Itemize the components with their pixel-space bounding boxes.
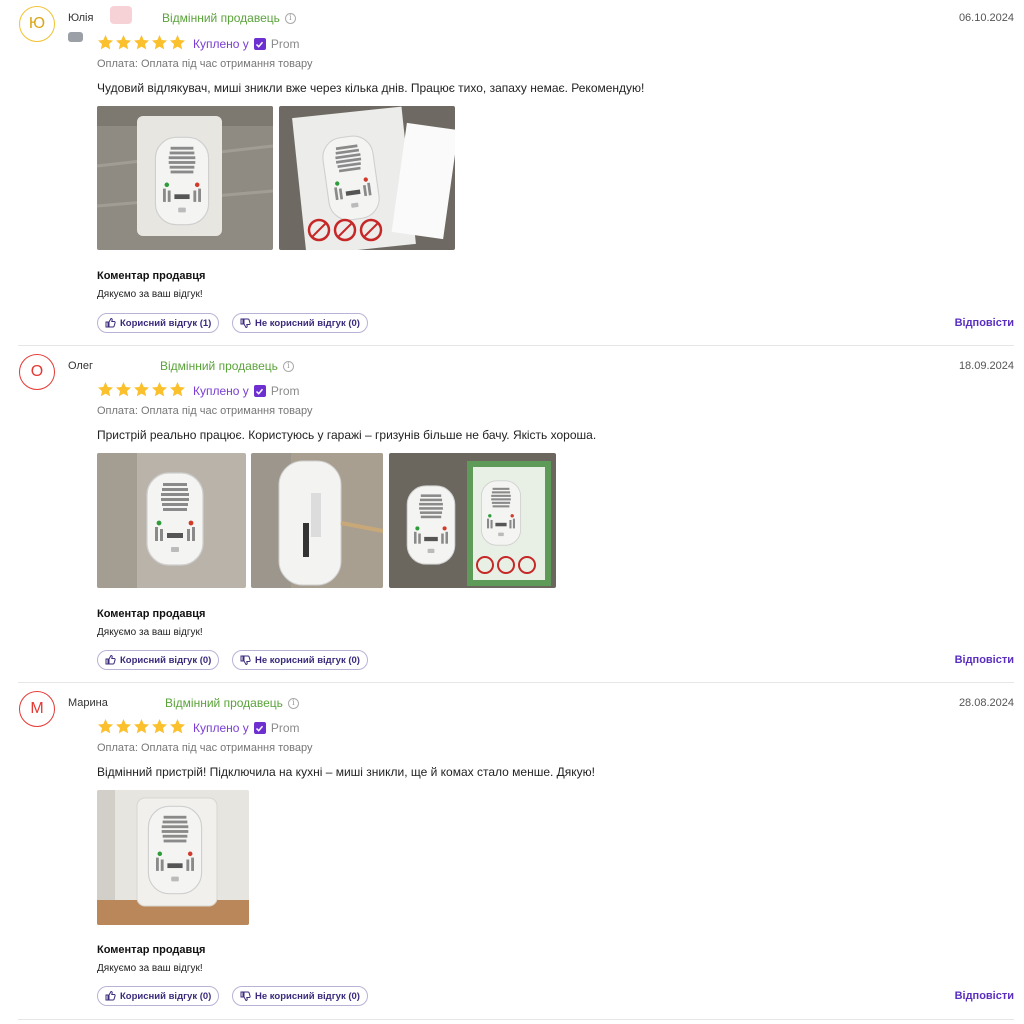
star-icon [170, 719, 185, 734]
seller-rating-badge: Відмінний продавець i [160, 359, 294, 373]
review-photo[interactable] [97, 790, 249, 925]
helpful-label: Корисний відгук (0) [120, 654, 212, 666]
not-helpful-button[interactable]: Не корисний відгук (0) [232, 313, 368, 333]
review-photo[interactable] [279, 106, 455, 250]
review-photo[interactable] [97, 106, 273, 250]
star-icon [98, 382, 113, 397]
bought-label: Куплено у [193, 37, 249, 51]
purchase-verified: Куплено у Prom [193, 721, 299, 735]
payment-method: Оплата: Оплата під час отримання товару [97, 58, 313, 70]
review-photo[interactable] [251, 453, 383, 588]
seller-badge-label: Відмінний продавець [162, 11, 280, 25]
star-icon [116, 382, 131, 397]
check-icon [253, 38, 266, 50]
star-icon [116, 35, 131, 50]
not-helpful-label: Не корисний відгук (0) [255, 317, 360, 329]
seller-comment-title: Коментар продавця [97, 270, 206, 282]
purchase-verified: Куплено у Prom [193, 37, 299, 51]
thumbs-up-icon [105, 655, 116, 665]
author-badge-icon [68, 32, 83, 42]
helpful-label: Корисний відгук (0) [120, 990, 212, 1002]
check-icon [253, 722, 266, 734]
reply-link[interactable]: Відповісти [955, 317, 1014, 329]
avatar-letter: М [30, 700, 44, 717]
not-helpful-button[interactable]: Не корисний відгук (0) [232, 650, 368, 670]
not-helpful-label: Не корисний відгук (0) [255, 990, 360, 1002]
review-card: О Олег Відмінний продавець i 18.09.2024 … [0, 346, 1024, 683]
helpful-button[interactable]: Корисний відгук (0) [97, 986, 220, 1006]
review-text: Чудовий відлякувач, миші зникли вже чере… [97, 81, 645, 95]
review-date: 28.08.2024 [958, 697, 1014, 709]
helpful-button[interactable]: Корисний відгук (0) [97, 650, 220, 670]
not-helpful-button[interactable]: Не корисний відгук (0) [232, 986, 368, 1006]
star-icon [152, 35, 167, 50]
reply-link[interactable]: Відповісти [955, 654, 1014, 666]
star-icon [116, 719, 131, 734]
seller-badge-label: Відмінний продавець [165, 696, 283, 710]
reply-link[interactable]: Відповісти [955, 990, 1014, 1002]
author-name: Юлія [68, 12, 94, 24]
helpful-button[interactable]: Корисний відгук (1) [97, 313, 220, 333]
purchase-verified: Куплено у Prom [193, 384, 299, 398]
rating-stars [97, 34, 186, 51]
thumbs-down-icon [240, 655, 251, 665]
review-date: 18.09.2024 [958, 360, 1014, 372]
helpful-label: Корисний відгук (1) [120, 317, 212, 329]
seller-comment: Дякуємо за ваш відгук! [97, 963, 203, 974]
star-icon [152, 382, 167, 397]
avatar: Ю [19, 6, 55, 42]
review-card: М Марина Відмінний продавець i 28.08.202… [0, 683, 1024, 1024]
star-icon [170, 382, 185, 397]
star-icon [152, 719, 167, 734]
review-text: Пристрій реально працює. Користуюсь у га… [97, 428, 597, 442]
avatar: М [19, 691, 55, 727]
bought-label: Куплено у [193, 384, 249, 398]
store-name: Prom [270, 37, 300, 51]
review-card: Ю Юлія Відмінний продавець i 06.10.2024 … [0, 0, 1024, 346]
star-icon [98, 719, 113, 734]
star-icon [170, 35, 185, 50]
seller-comment-title: Коментар продавця [97, 608, 206, 620]
review-text: Відмінний пристрій! Підключила на кухні … [97, 765, 596, 779]
check-icon [253, 385, 266, 397]
thumbs-up-icon [105, 318, 116, 328]
review-photo[interactable] [97, 453, 246, 588]
info-icon[interactable]: i [284, 12, 296, 24]
review-photo[interactable] [389, 453, 556, 588]
store-name: Prom [270, 721, 300, 735]
avatar-letter: Ю [28, 15, 46, 32]
info-icon[interactable]: i [282, 360, 294, 372]
avatar: О [19, 354, 55, 390]
store-name: Prom [270, 384, 300, 398]
author-name: Олег [68, 360, 93, 372]
blurred-avatar-icon [110, 6, 132, 24]
star-icon [134, 719, 149, 734]
bought-label: Куплено у [193, 721, 249, 735]
seller-comment: Дякуємо за ваш відгук! [97, 289, 203, 300]
info-icon[interactable]: i [287, 697, 299, 709]
payment-method: Оплата: Оплата під час отримання товару [97, 405, 313, 417]
thumbs-up-icon [105, 991, 116, 1001]
thumbs-down-icon [240, 318, 251, 328]
seller-rating-badge: Відмінний продавець i [165, 696, 299, 710]
divider [18, 1019, 1014, 1020]
star-icon [98, 35, 113, 50]
seller-comment-title: Коментар продавця [97, 944, 206, 956]
not-helpful-label: Не корисний відгук (0) [255, 654, 360, 666]
payment-method: Оплата: Оплата під час отримання товару [97, 742, 313, 754]
review-date: 06.10.2024 [958, 12, 1014, 24]
star-icon [134, 35, 149, 50]
seller-badge-label: Відмінний продавець [160, 359, 278, 373]
rating-stars [97, 381, 186, 398]
avatar-letter: О [30, 363, 44, 380]
seller-rating-badge: Відмінний продавець i [162, 11, 296, 25]
rating-stars [97, 718, 186, 735]
author-name: Марина [68, 697, 108, 709]
star-icon [134, 382, 149, 397]
thumbs-down-icon [240, 991, 251, 1001]
seller-comment: Дякуємо за ваш відгук! [97, 627, 203, 638]
